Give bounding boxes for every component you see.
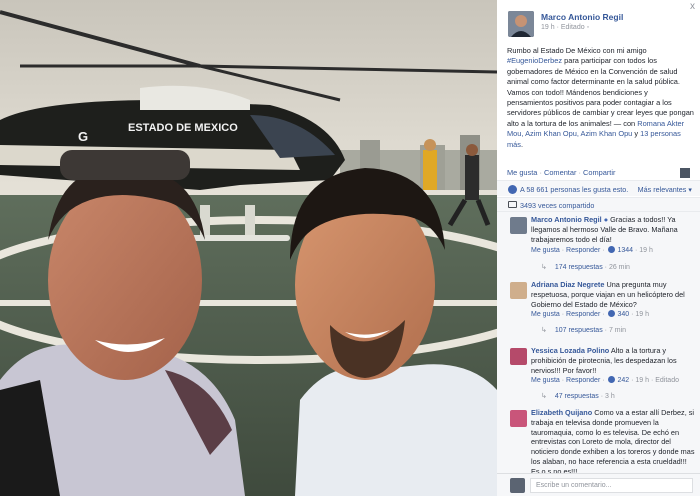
comments-list: Marco Antonio Regil ● Gracias a todos!! …: [497, 211, 700, 476]
post-text-part: para participar con todos los gobernador…: [507, 56, 694, 128]
shares-count[interactable]: 3493 veces compartido: [520, 201, 594, 210]
comment-like-count[interactable]: 1344: [617, 247, 633, 254]
replies-time: 3 h: [605, 393, 615, 400]
author-avatar[interactable]: [508, 11, 534, 37]
thumbs-up-icon: [607, 376, 615, 383]
comment-like-button[interactable]: Me gusta: [531, 247, 560, 254]
comment-edited[interactable]: Editado: [655, 377, 679, 384]
post-header: Marco Antonio Regil 19 h · Editado ◦ x: [497, 0, 700, 40]
helicopter-letter: G: [78, 129, 88, 144]
view-replies-link[interactable]: ↳ 174 respuestas · 26 min: [541, 263, 630, 271]
sort-dropdown[interactable]: Más relevantes ▾: [638, 185, 692, 194]
post-time[interactable]: 19 h: [541, 24, 555, 31]
comment-meta: Me gusta · Responder · 340 · 19 h: [531, 310, 649, 318]
like-button[interactable]: Me gusta: [507, 168, 537, 177]
commenter-avatar[interactable]: [510, 282, 527, 299]
comment-body: Yessica Lozada Polino Alto a la tortura …: [531, 346, 695, 375]
post-text-part: Rumbo al Estado De México con mi amigo: [507, 46, 647, 55]
meta-separator: ·: [602, 247, 607, 254]
commenter-avatar[interactable]: [510, 217, 527, 234]
comment-button[interactable]: Comentar: [544, 168, 576, 177]
reply-arrow-icon: ↳: [541, 327, 547, 334]
post-actions: Me gusta · Comentar · Compartir: [507, 168, 615, 177]
thumbs-up-icon: [607, 310, 615, 317]
post-text: Rumbo al Estado De México con mi amigo #…: [507, 46, 695, 150]
commenter-name[interactable]: Elizabeth Quijano: [531, 408, 592, 417]
replies-time: 26 min: [608, 264, 630, 271]
commenter-name[interactable]: Yessica Lozada Polino: [531, 346, 609, 355]
helicopter-lettering: ESTADO DE MEXICO: [128, 122, 238, 134]
comment-body: Adriana Diaz Negrete Una pregunta muy re…: [531, 280, 695, 309]
shares-summary: 3493 veces compartido: [497, 197, 700, 211]
replies-count: 174 respuestas: [554, 264, 603, 271]
comment-time[interactable]: 19 h: [635, 377, 649, 384]
comment-meta: Me gusta · Responder · 1344 · 19 h: [531, 246, 653, 254]
comment-reply-button[interactable]: Responder: [566, 311, 600, 318]
comment-body: Elizabeth Quijano Como va a estar allí D…: [531, 408, 695, 477]
edited-label[interactable]: Editado: [561, 24, 585, 31]
post-panel: Marco Antonio Regil 19 h · Editado ◦ x R…: [497, 0, 700, 496]
comment-composer: Escribe un comentario...: [497, 473, 700, 496]
share-icon: [508, 201, 517, 208]
comment-like-button[interactable]: Me gusta: [531, 377, 560, 384]
hashtag-link[interactable]: #EugenioDerbez: [507, 56, 562, 65]
likes-count[interactable]: A 58 661 personas les gusta esto.: [520, 185, 628, 194]
post-text-part: y: [632, 129, 641, 139]
commenter-avatar[interactable]: [510, 348, 527, 365]
thumbs-up-icon: [607, 246, 615, 253]
commenter-name[interactable]: Marco Antonio Regil: [531, 215, 602, 224]
comment-meta: Me gusta · Responder · 242 · 19 h · Edit…: [531, 376, 679, 384]
reply-arrow-icon: ↳: [541, 264, 547, 271]
post-text-part: .: [520, 139, 524, 149]
author-name[interactable]: Marco Antonio Regil: [541, 12, 623, 22]
commenter-avatar[interactable]: [510, 410, 527, 427]
sort-label: Más relevantes: [637, 185, 687, 194]
selfie-helicopter-image: ESTADO DE MEXICO G: [0, 0, 497, 496]
comment-like-button[interactable]: Me gusta: [531, 311, 560, 318]
comment-time[interactable]: 19 h: [635, 311, 649, 318]
share-button[interactable]: Compartir: [583, 168, 615, 177]
post-meta: 19 h · Editado ◦: [541, 24, 589, 31]
meta-separator: ·: [602, 377, 607, 384]
chevron-down-icon: ▾: [688, 185, 692, 194]
replies-time: 7 min: [608, 327, 627, 334]
comment-reply-button[interactable]: Responder: [566, 247, 600, 254]
comment-body: Marco Antonio Regil ● Gracias a todos!! …: [531, 215, 695, 244]
reply-arrow-icon: ↳: [541, 393, 547, 400]
actor-selector-avatar[interactable]: [680, 168, 690, 178]
comment-time[interactable]: 19 h: [639, 247, 653, 254]
close-icon[interactable]: x: [690, 1, 695, 12]
view-replies-link[interactable]: ↳ 47 respuestas · 3 h: [541, 392, 615, 400]
replies-count: 107 respuestas: [554, 327, 603, 334]
comment-like-count[interactable]: 242: [617, 377, 629, 384]
comment-text: Como va a estar allí Derbez, si trabaja …: [531, 408, 695, 476]
view-replies-link[interactable]: ↳ 107 respuestas · 7 min: [541, 326, 626, 334]
meta-separator: ·: [602, 311, 607, 318]
likes-summary: A 58 661 personas les gusta esto. Más re…: [497, 180, 700, 196]
thumbs-up-icon: [508, 185, 517, 194]
current-user-avatar: [510, 478, 525, 493]
comment-input[interactable]: Escribe un comentario...: [530, 478, 693, 493]
comment-like-count[interactable]: 340: [617, 311, 629, 318]
comment-reply-button[interactable]: Responder: [566, 377, 600, 384]
commenter-name[interactable]: Adriana Diaz Negrete: [531, 280, 604, 289]
globe-icon: ◦: [586, 24, 590, 31]
replies-count: 47 respuestas: [554, 393, 599, 400]
post-photo[interactable]: ESTADO DE MEXICO G: [0, 0, 497, 496]
verified-icon: ●: [603, 215, 609, 224]
